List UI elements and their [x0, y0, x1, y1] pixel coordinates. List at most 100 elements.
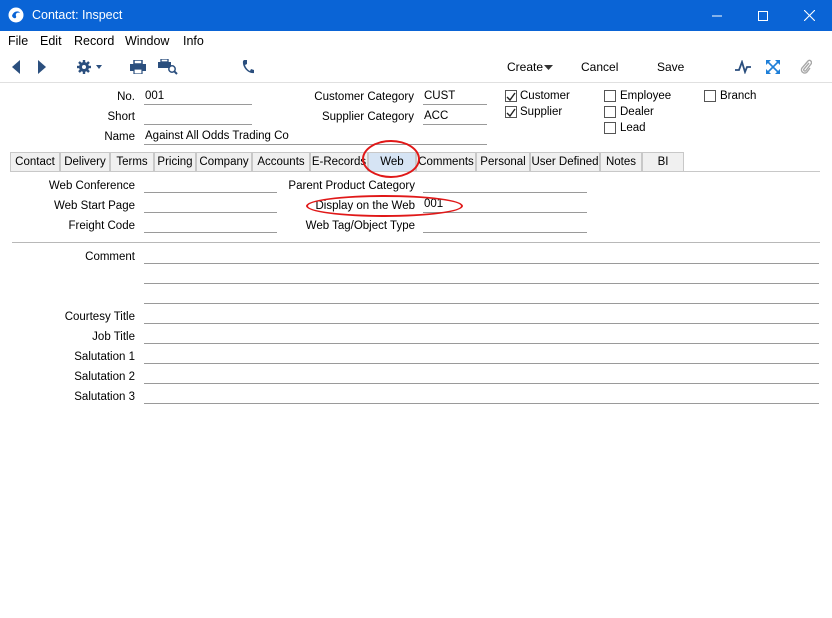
tab-contact[interactable]: Contact	[10, 152, 60, 172]
customer-category-label: Customer Category	[314, 91, 414, 103]
web-conference-label: Web Conference	[48, 180, 135, 192]
courtesy-title-field[interactable]	[144, 308, 819, 324]
supplier-checkbox[interactable]	[505, 106, 517, 118]
expand-icon	[766, 60, 780, 74]
tab-delivery[interactable]: Delivery	[60, 152, 110, 172]
cancel-button[interactable]: Cancel	[581, 60, 618, 74]
save-button[interactable]: Save	[657, 60, 684, 74]
tab-e-records[interactable]: E-Records	[310, 152, 368, 172]
supplier-category-field[interactable]: ACC	[423, 109, 487, 125]
next-record-button[interactable]	[32, 57, 52, 77]
expand-button[interactable]	[763, 57, 783, 77]
tab-bi[interactable]: BI	[642, 152, 684, 172]
tab-personal[interactable]: Personal	[476, 152, 530, 172]
branch-checkbox-label: Branch	[720, 90, 757, 102]
web-conference-field[interactable]	[144, 177, 277, 193]
tab-web[interactable]: Web	[368, 152, 416, 172]
menu-window[interactable]: Window	[125, 34, 169, 48]
title-bar: Contact: Inspect	[0, 0, 832, 31]
activity-button[interactable]	[733, 57, 753, 77]
web-start-page-field[interactable]	[144, 197, 277, 213]
comment-field-line-2[interactable]	[144, 268, 819, 284]
employee-checkbox[interactable]	[604, 90, 616, 102]
web-tag-label: Web Tag/Object Type	[305, 220, 415, 232]
job-title-label: Job Title	[92, 331, 135, 343]
tab-notes[interactable]: Notes	[600, 152, 642, 172]
tab-comments[interactable]: Comments	[416, 152, 476, 172]
display-on-web-field[interactable]: 001	[423, 197, 587, 213]
salutation-2-field[interactable]	[144, 368, 819, 384]
checkmark-icon	[506, 108, 516, 118]
arrow-right-icon	[38, 60, 46, 74]
no-field[interactable]: 001	[144, 89, 252, 105]
paperclip-icon	[800, 59, 812, 74]
menu-record[interactable]: Record	[74, 34, 114, 48]
freight-code-field[interactable]	[144, 217, 277, 233]
customer-category-field[interactable]: CUST	[423, 89, 487, 105]
web-tag-field[interactable]	[423, 217, 587, 233]
display-on-web-label: Display on the Web	[315, 200, 415, 212]
app-logo-icon	[8, 7, 24, 23]
salutation-3-field[interactable]	[144, 388, 819, 404]
minimize-icon	[712, 15, 722, 16]
parent-product-category-field[interactable]	[423, 177, 587, 193]
menu-edit[interactable]: Edit	[40, 34, 62, 48]
close-button[interactable]	[786, 0, 832, 31]
tab-company[interactable]: Company	[196, 152, 252, 172]
checkmark-icon	[506, 92, 516, 102]
create-button[interactable]: Create	[507, 60, 543, 74]
call-button[interactable]	[238, 57, 258, 77]
salutation-1-label: Salutation 1	[74, 351, 135, 363]
menu-bar: File Edit Record Window Info	[0, 31, 832, 51]
tab-accounts[interactable]: Accounts	[252, 152, 310, 172]
web-start-page-label: Web Start Page	[54, 200, 135, 212]
salutation-3-label: Salutation 3	[74, 391, 135, 403]
attach-button[interactable]	[796, 57, 816, 77]
no-label: No.	[117, 91, 135, 103]
freight-code-label: Freight Code	[68, 220, 135, 232]
chevron-down-icon	[544, 65, 553, 70]
section-divider	[12, 242, 820, 243]
minimize-button[interactable]	[694, 0, 740, 31]
operations-menu-button[interactable]	[74, 57, 106, 77]
previous-record-button[interactable]	[6, 57, 26, 77]
lead-checkbox[interactable]	[604, 122, 616, 134]
print-button[interactable]	[128, 57, 148, 77]
comment-field-line-1[interactable]	[144, 248, 819, 264]
supplier-category-label: Supplier Category	[321, 111, 414, 123]
branch-checkbox[interactable]	[704, 90, 716, 102]
printer-icon	[130, 60, 146, 74]
short-label: Short	[107, 111, 136, 123]
contact-form: No. 001 Short Name Against All Odds Trad…	[0, 84, 832, 618]
tab-terms[interactable]: Terms	[110, 152, 154, 172]
name-field[interactable]: Against All Odds Trading Co	[144, 129, 487, 145]
arrow-left-icon	[12, 60, 20, 74]
tab-baseline	[10, 171, 820, 172]
close-icon	[803, 10, 815, 21]
customer-checkbox[interactable]	[505, 90, 517, 102]
menu-file[interactable]: File	[8, 34, 28, 48]
maximize-button[interactable]	[740, 0, 786, 31]
comment-label: Comment	[85, 251, 135, 263]
tab-pricing[interactable]: Pricing	[154, 152, 196, 172]
lead-checkbox-label: Lead	[620, 122, 646, 134]
window-title: Contact: Inspect	[32, 8, 123, 22]
dealer-checkbox[interactable]	[604, 106, 616, 118]
print-preview-icon	[158, 59, 178, 75]
maximize-icon	[758, 10, 768, 21]
toolbar: Create Cancel Save	[0, 51, 832, 83]
dealer-checkbox-label: Dealer	[620, 106, 654, 118]
salutation-1-field[interactable]	[144, 348, 819, 364]
job-title-field[interactable]	[144, 328, 819, 344]
print-preview-button[interactable]	[158, 57, 178, 77]
gear-icon	[77, 60, 102, 74]
parent-product-category-label: Parent Product Category	[288, 180, 415, 192]
supplier-checkbox-label: Supplier	[520, 106, 563, 118]
comment-field-line-3[interactable]	[144, 288, 819, 304]
phone-icon	[242, 60, 254, 74]
tab-user-defined[interactable]: User Defined	[530, 152, 600, 172]
short-field[interactable]	[144, 109, 252, 125]
menu-info[interactable]: Info	[183, 34, 204, 48]
pulse-icon	[735, 60, 751, 74]
employee-checkbox-label: Employee	[620, 90, 672, 102]
